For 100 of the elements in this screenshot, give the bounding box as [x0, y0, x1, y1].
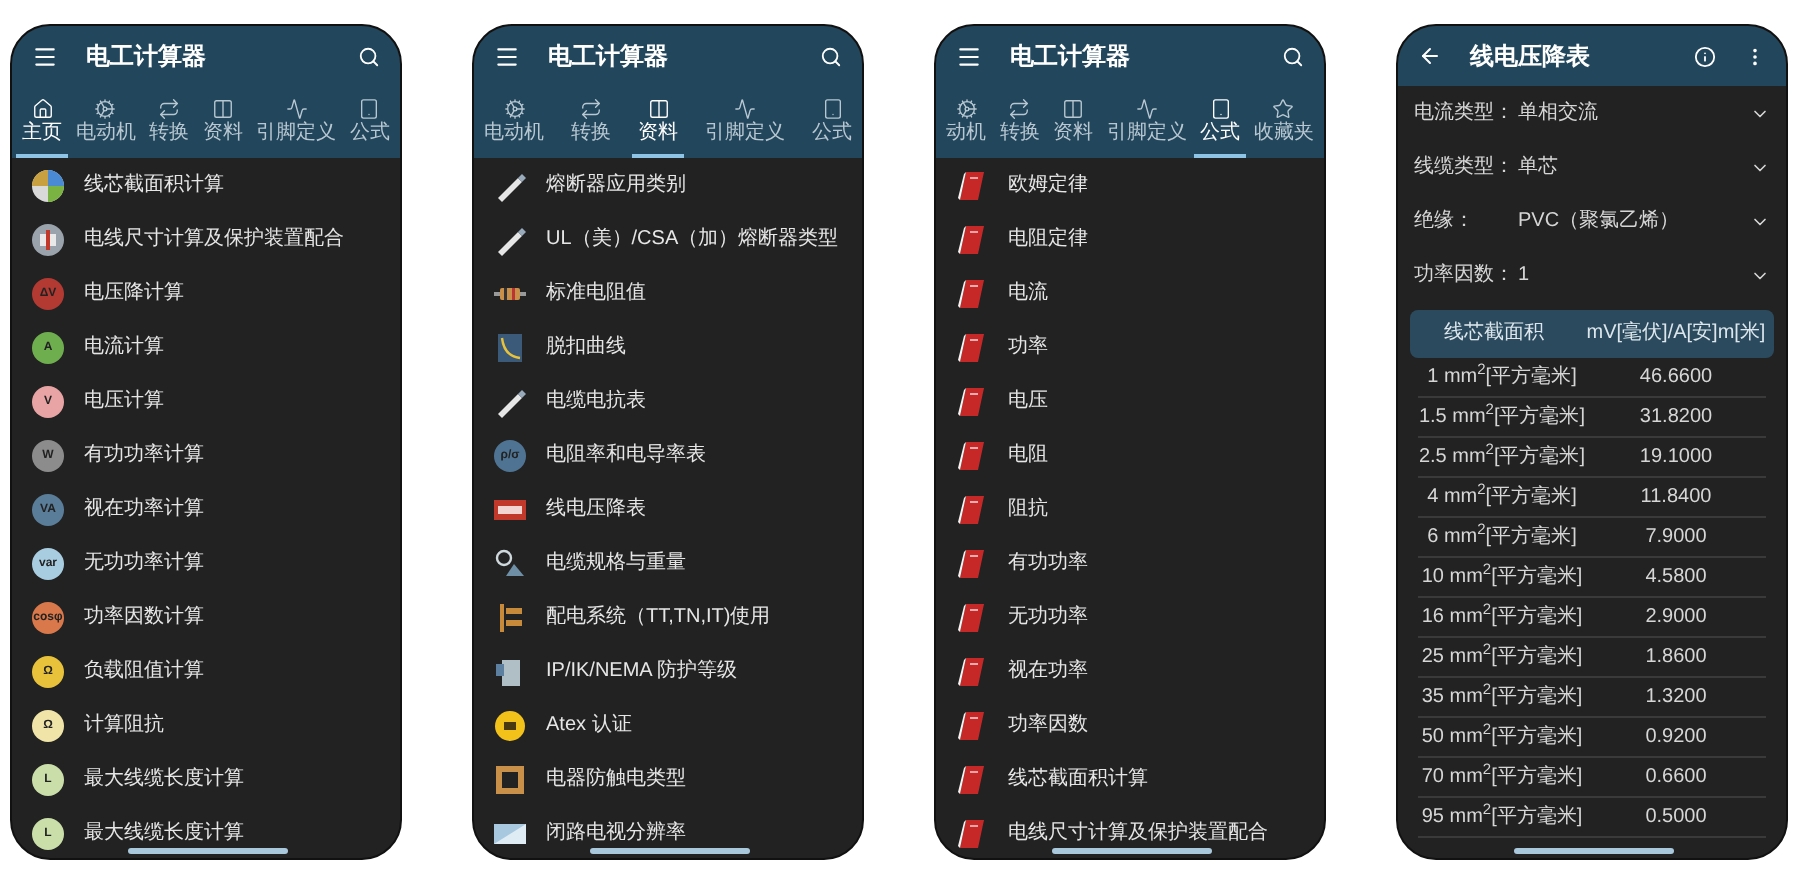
book-icon	[956, 601, 988, 633]
pulse-icon	[1135, 97, 1158, 119]
list-item[interactable]: 配电系统（TT,TN,IT)使用	[474, 590, 862, 644]
tab[interactable]: 公式	[1194, 86, 1247, 158]
list-item[interactable]: UL（美）/CSA（加）熔断器类型	[474, 212, 862, 266]
menu-icon[interactable]	[494, 43, 520, 69]
table-cell: 2.5 mm$^{2}$[平方毫米]	[1418, 442, 1586, 472]
tab[interactable]: 引脚定义	[250, 86, 343, 158]
tab[interactable]: 公式	[343, 86, 396, 158]
dropdown-field[interactable]: 线缆类型： 单芯	[1398, 140, 1786, 194]
menu-icon[interactable]	[956, 43, 982, 69]
table-cell-text: 4.5800	[1643, 564, 1709, 592]
list-item[interactable]: 电缆电抗表	[474, 374, 862, 428]
search-icon[interactable]	[358, 45, 380, 67]
fuse-icon	[494, 169, 526, 201]
list-item[interactable]: 电缆规格与重量	[474, 536, 862, 590]
house-icon	[31, 97, 53, 119]
table-cell-text: 95 mm$^{2}$[平方毫米]	[1419, 802, 1585, 832]
tablet-icon	[821, 97, 843, 119]
star-icon	[1272, 97, 1295, 119]
table-cell-text: 0.6600	[1643, 764, 1709, 792]
book-icon	[956, 709, 988, 741]
list-item[interactable]: Atex 认证	[474, 698, 862, 752]
table-cell-text: 70 mm$^{2}$[平方毫米]	[1419, 762, 1585, 792]
panel-icon	[494, 601, 526, 633]
repeat-icon	[1008, 97, 1031, 119]
tab[interactable]: 电动机	[69, 86, 142, 158]
columns-icon	[1062, 97, 1085, 119]
tab[interactable]: 资料	[1047, 86, 1100, 158]
list-item[interactable]: 线电压降表	[474, 482, 862, 536]
tab[interactable]: 转换	[143, 86, 196, 158]
back-icon[interactable]	[1418, 44, 1442, 68]
app-title: 电工计算器	[548, 40, 670, 74]
globe-icon	[32, 169, 64, 201]
dropdown-field[interactable]: 功率因数： 1	[1398, 248, 1786, 302]
table-cell-text: 2.9000	[1643, 604, 1709, 632]
repeat-icon	[580, 97, 602, 119]
tab[interactable]: 公式	[806, 86, 858, 158]
book-icon	[956, 817, 988, 849]
list-item[interactable]: 电线尺寸计算及保护装置配合	[12, 212, 400, 266]
table-cell-text: 10 mm$^{2}$[平方毫米]	[1419, 562, 1585, 592]
table-cell-text: 6 mm$^{2}$[平方毫米]	[1425, 522, 1579, 552]
book-icon	[956, 439, 988, 471]
list-item[interactable]: 视在功率	[936, 644, 1324, 698]
chart-icon	[494, 331, 526, 363]
list-item[interactable]: IP/IK/NEMA 防护等级	[474, 644, 862, 698]
menu-icon[interactable]	[32, 43, 58, 69]
table-cell-text: 31.8200	[1637, 404, 1715, 432]
table-header: 线芯截面积 mV[毫伏]/A[安]m[米]	[1410, 310, 1774, 358]
dropdown-field[interactable]: 电流类型： 单相交流	[1398, 86, 1786, 140]
table-cell-text: 0.5000	[1643, 804, 1709, 832]
book-icon	[956, 547, 988, 579]
tab[interactable]: 引脚定义	[699, 86, 791, 158]
table-cell-text: 25 mm$^{2}$[平方毫米]	[1419, 642, 1585, 672]
list-item[interactable]: 电阻	[936, 428, 1324, 482]
list-item[interactable]: 电压	[936, 374, 1324, 428]
list-item[interactable]: 电器防触电类型	[474, 752, 862, 806]
magnifier-icon	[494, 547, 526, 579]
list-item[interactable]: 欧姆定律	[936, 158, 1324, 212]
tab[interactable]: 收藏夹	[1247, 86, 1320, 158]
table-cell-text: 19.1000	[1637, 444, 1715, 472]
table-cell-text: 1.3200	[1643, 684, 1709, 712]
tab[interactable]: 资料	[632, 86, 684, 158]
tab[interactable]: 电动机	[478, 86, 550, 158]
list-item[interactable]: 有功功率	[936, 536, 1324, 590]
info-icon[interactable]	[1694, 45, 1716, 67]
tab[interactable]: 转换	[565, 86, 617, 158]
search-icon[interactable]	[820, 45, 842, 67]
list-item[interactable]: 脱扣曲线	[474, 320, 862, 374]
tab[interactable]: 转换	[993, 86, 1046, 158]
app-title: 电工计算器	[1010, 40, 1132, 74]
tab[interactable]: 引脚定义	[1100, 86, 1193, 158]
list-item[interactable]: 电线尺寸计算及保护装置配合	[936, 806, 1324, 858]
list-item[interactable]: 线芯截面积计算	[12, 158, 400, 212]
tab[interactable]: 主页	[16, 86, 68, 158]
table-cell-text: 7.9000	[1643, 524, 1709, 552]
list-item[interactable]: 闭路电视分辨率	[474, 806, 862, 858]
table-cell-text: 1 mm$^{2}$[平方毫米]	[1425, 362, 1579, 392]
cable-icon	[32, 223, 64, 255]
device-icon	[494, 655, 526, 687]
list-item[interactable]: 熔断器应用类别	[474, 158, 862, 212]
table-cell-text: 11.8400	[1638, 484, 1714, 512]
app-title: 线电压降表	[1470, 40, 1592, 74]
list-item[interactable]: 电流	[936, 266, 1324, 320]
list-item[interactable]: 阻抗	[936, 482, 1324, 536]
list-item[interactable]: 无功功率	[936, 590, 1324, 644]
pulse-icon	[285, 97, 308, 119]
tab[interactable]: 资料	[196, 86, 249, 158]
dropdown-field[interactable]: 绝缘： PVC（聚氯乙烯）	[1398, 194, 1786, 248]
list-item[interactable]: 线芯截面积计算	[936, 752, 1324, 806]
book-icon	[956, 655, 988, 687]
search-icon[interactable]	[1282, 45, 1304, 67]
tab[interactable]: 动机	[940, 86, 992, 158]
repeat-icon	[158, 97, 181, 119]
list-item[interactable]: 标准电阻值	[474, 266, 862, 320]
book-icon	[956, 331, 988, 363]
list-item[interactable]: 功率因数	[936, 698, 1324, 752]
list-item[interactable]: 电阻定律	[936, 212, 1324, 266]
book-icon	[956, 385, 988, 417]
list-item[interactable]: 功率	[936, 320, 1324, 374]
